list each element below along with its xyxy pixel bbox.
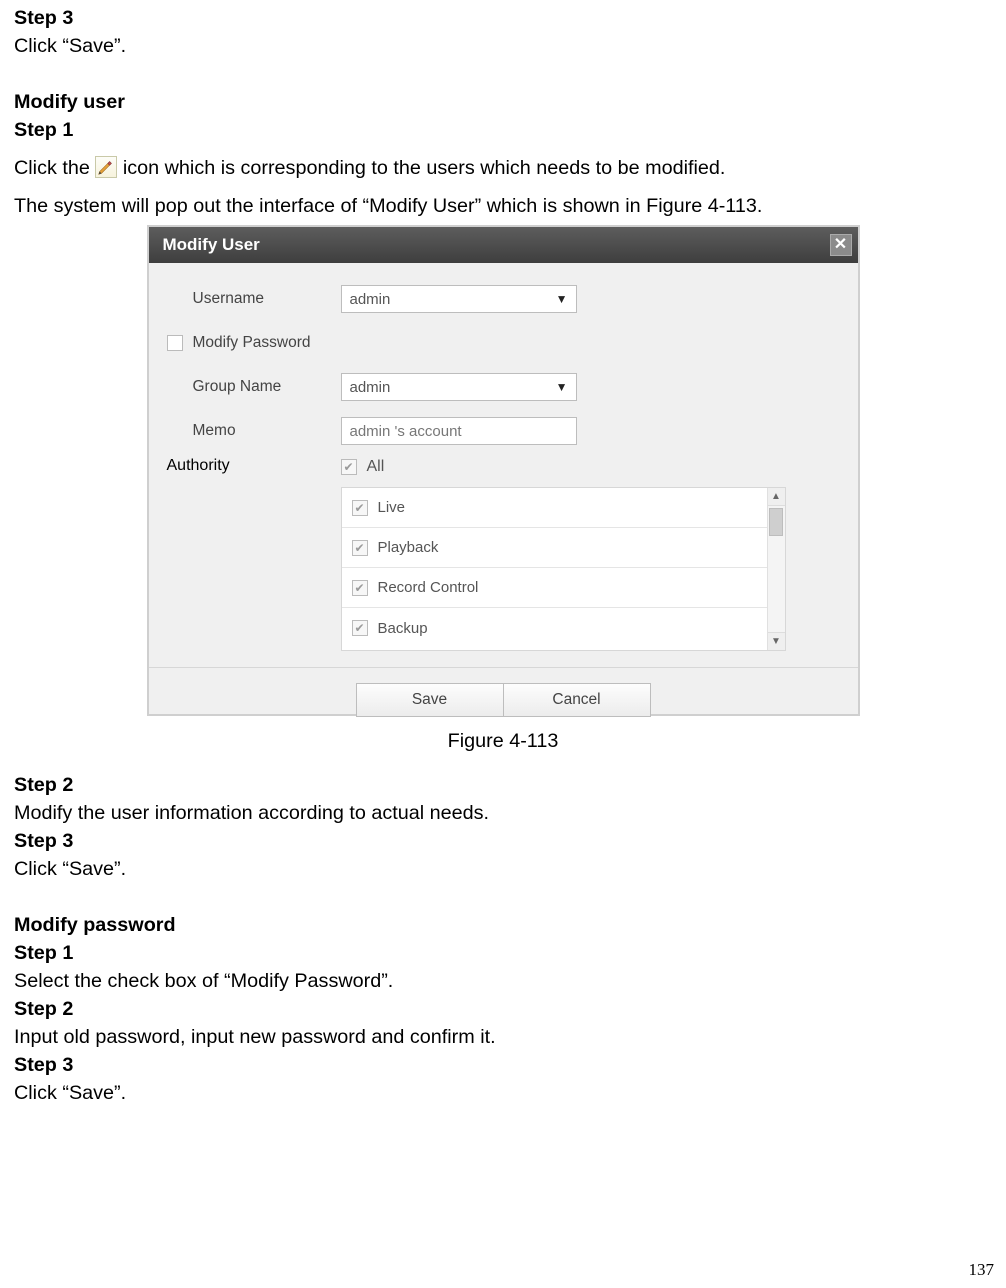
step-heading: Step 2 — [14, 995, 992, 1023]
chevron-down-icon: ▼ — [556, 380, 568, 394]
step-text: Click “Save”. — [14, 855, 992, 883]
list-item[interactable]: ✔ Live — [342, 488, 767, 528]
step-text: Click “Save”. — [14, 32, 992, 60]
authority-item-checkbox[interactable]: ✔ — [352, 620, 368, 636]
authority-item-checkbox[interactable]: ✔ — [352, 540, 368, 556]
list-item[interactable]: ✔ Backup — [342, 608, 767, 648]
group-select[interactable]: admin ▼ — [341, 373, 577, 401]
step-text: Modify the user information according to… — [14, 799, 992, 827]
text-fragment: Click the — [14, 157, 95, 179]
authority-item-checkbox[interactable]: ✔ — [352, 500, 368, 516]
step-heading: Step 1 — [14, 116, 992, 144]
authority-item-label: Playback — [378, 539, 439, 556]
scroll-thumb[interactable] — [769, 508, 783, 536]
authority-item-label: Live — [378, 499, 406, 516]
username-label: Username — [193, 290, 265, 308]
page-number: 137 — [969, 1260, 995, 1280]
list-item[interactable]: ✔ Record Control — [342, 568, 767, 608]
authority-item-label: Record Control — [378, 579, 479, 596]
step-text: Click “Save”. — [14, 1079, 992, 1107]
authority-all-label: All — [367, 458, 385, 476]
document-page: Step 3 Click “Save”. Modify user Step 1 … — [0, 0, 1006, 1288]
group-label: Group Name — [193, 378, 282, 396]
step-heading: Step 3 — [14, 1051, 992, 1079]
scroll-down-icon[interactable]: ▼ — [768, 632, 785, 650]
edit-pencil-icon — [95, 156, 117, 178]
authority-item-checkbox[interactable]: ✔ — [352, 580, 368, 596]
username-select[interactable]: admin ▼ — [341, 285, 577, 313]
modify-password-label: Modify Password — [193, 334, 311, 352]
username-value: admin — [350, 291, 391, 308]
scrollbar[interactable]: ▲ ▼ — [767, 488, 785, 650]
modify-user-dialog: Modify User ✕ Username admin ▼ ✔ — [147, 225, 860, 716]
text-fragment: icon which is corresponding to the users… — [123, 157, 726, 179]
step-text: Input old password, input new password a… — [14, 1023, 992, 1051]
dialog-titlebar: Modify User ✕ — [149, 227, 858, 263]
step-heading: Step 3 — [14, 827, 992, 855]
memo-value: admin 's account — [350, 423, 462, 440]
chevron-down-icon: ▼ — [556, 292, 568, 306]
group-value: admin — [350, 379, 391, 396]
authority-listbox: ✔ Live ✔ Playback ✔ Record Control — [341, 487, 786, 651]
step-text: The system will pop out the interface of… — [14, 192, 992, 220]
authority-all-checkbox[interactable]: ✔ — [341, 459, 357, 475]
save-button[interactable]: Save — [356, 683, 504, 717]
authority-label: Authority — [167, 457, 230, 474]
step-text: Select the check box of “Modify Password… — [14, 967, 992, 995]
dialog-title: Modify User — [163, 235, 260, 255]
section-heading: Modify password — [14, 911, 992, 939]
step-heading: Step 3 — [14, 4, 992, 32]
scroll-up-icon[interactable]: ▲ — [768, 488, 785, 506]
close-icon[interactable]: ✕ — [830, 234, 852, 256]
step-heading: Step 2 — [14, 771, 992, 799]
section-heading: Modify user — [14, 88, 992, 116]
modify-password-checkbox[interactable]: ✔ — [167, 335, 183, 351]
cancel-button[interactable]: Cancel — [503, 683, 651, 717]
memo-input[interactable]: admin 's account — [341, 417, 577, 445]
authority-item-label: Backup — [378, 620, 428, 637]
step-text: Click the icon which is corresponding to… — [14, 154, 992, 182]
figure-caption: Figure 4-113 — [14, 730, 992, 753]
list-item[interactable]: ✔ Playback — [342, 528, 767, 568]
memo-label: Memo — [193, 422, 236, 440]
figure: Modify User ✕ Username admin ▼ ✔ — [14, 225, 992, 716]
step-heading: Step 1 — [14, 939, 992, 967]
